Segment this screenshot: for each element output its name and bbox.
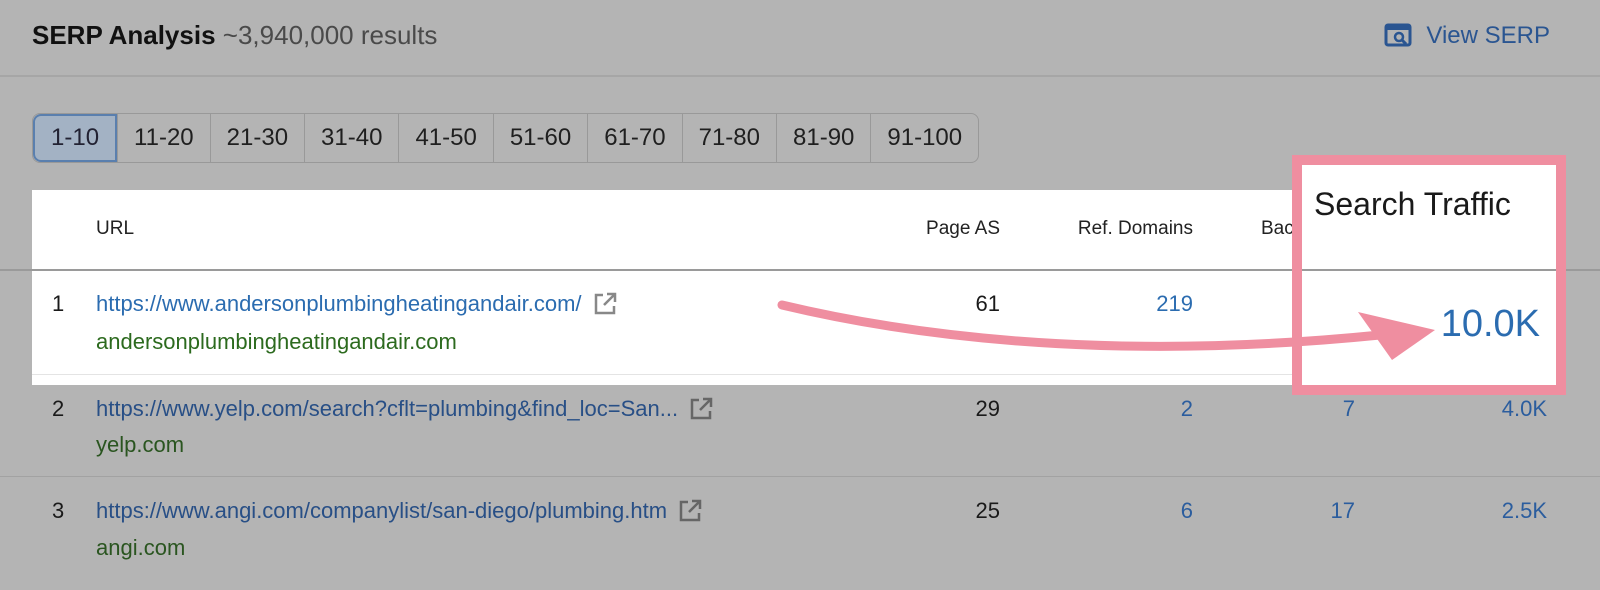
arrow-annotation [777, 300, 1435, 360]
